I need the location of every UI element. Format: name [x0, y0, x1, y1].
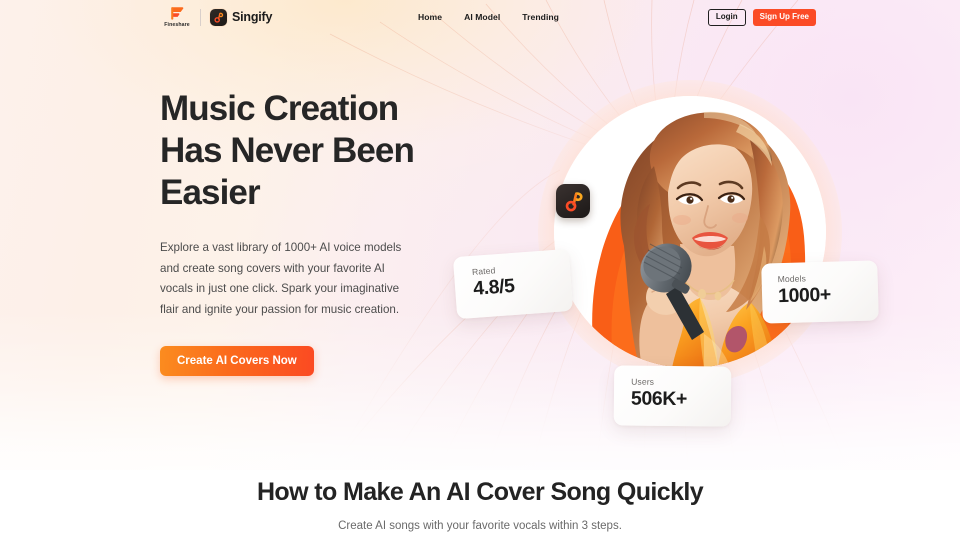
singer-portrait — [554, 96, 826, 368]
stat-label: Models — [777, 273, 807, 285]
fineshare-logo[interactable]: Fineshare — [160, 6, 194, 29]
nav-item-home[interactable]: Home — [418, 12, 442, 22]
hero-title-line-1: Music Creation — [160, 89, 399, 128]
main-nav: Home AI Model Trending — [418, 0, 559, 34]
brand-group: Fineshare Singify — [160, 2, 272, 32]
howto-subtitle: Create AI songs with your favorite vocal… — [338, 520, 622, 532]
create-ai-covers-button[interactable]: Create AI Covers Now — [160, 346, 314, 376]
landing-page: Fineshare Singify Home AI Model Trending — [0, 0, 960, 540]
signup-button[interactable]: Sign Up Free — [752, 8, 816, 26]
hero-description: Explore a vast library of 1000+ AI voice… — [160, 241, 402, 316]
stat-value: 506K+ — [630, 387, 688, 411]
brand-divider — [200, 8, 201, 26]
nav-item-trending[interactable]: Trending — [522, 12, 559, 22]
fineshare-mark-icon — [171, 6, 184, 20]
stat-card-rated: Rated 4.8/5 — [452, 248, 574, 320]
login-button[interactable]: Login — [707, 8, 746, 26]
stat-card-users: Users 506K+ — [613, 365, 732, 427]
hero-title-line-2: Has Never Been — [160, 131, 415, 170]
music-note-glyph-icon — [214, 12, 224, 23]
howto-title: How to Make An AI Cover Song Quickly — [256, 478, 704, 506]
hero-title: Music Creation Has Never Been Easier — [160, 88, 430, 214]
hero-title-line-3: Easier — [160, 173, 261, 212]
stat-label: Users — [631, 376, 655, 387]
howto-section: How to Make An AI Cover Song Quickly Cre… — [0, 478, 960, 532]
singify-wordmark: Singify — [232, 10, 273, 24]
stat-value: 4.8/5 — [472, 274, 516, 300]
singify-app-badge — [556, 184, 590, 218]
fineshare-wordmark: Fineshare — [164, 22, 190, 29]
stat-value: 1000+ — [777, 283, 832, 308]
singify-note-icon — [210, 8, 227, 26]
auth-actions: Login Sign Up Free — [707, 0, 816, 34]
singify-logo[interactable]: Singify — [210, 8, 273, 26]
music-note-badge-icon — [565, 191, 583, 211]
site-header: Fineshare Singify Home AI Model Trending — [0, 0, 960, 34]
hero-content: Music Creation Has Never Been Easier Exp… — [160, 88, 430, 376]
singer-illustration-icon — [554, 96, 826, 368]
stat-card-models: Models 1000+ — [761, 260, 879, 324]
nav-item-ai-model[interactable]: AI Model — [464, 12, 500, 22]
